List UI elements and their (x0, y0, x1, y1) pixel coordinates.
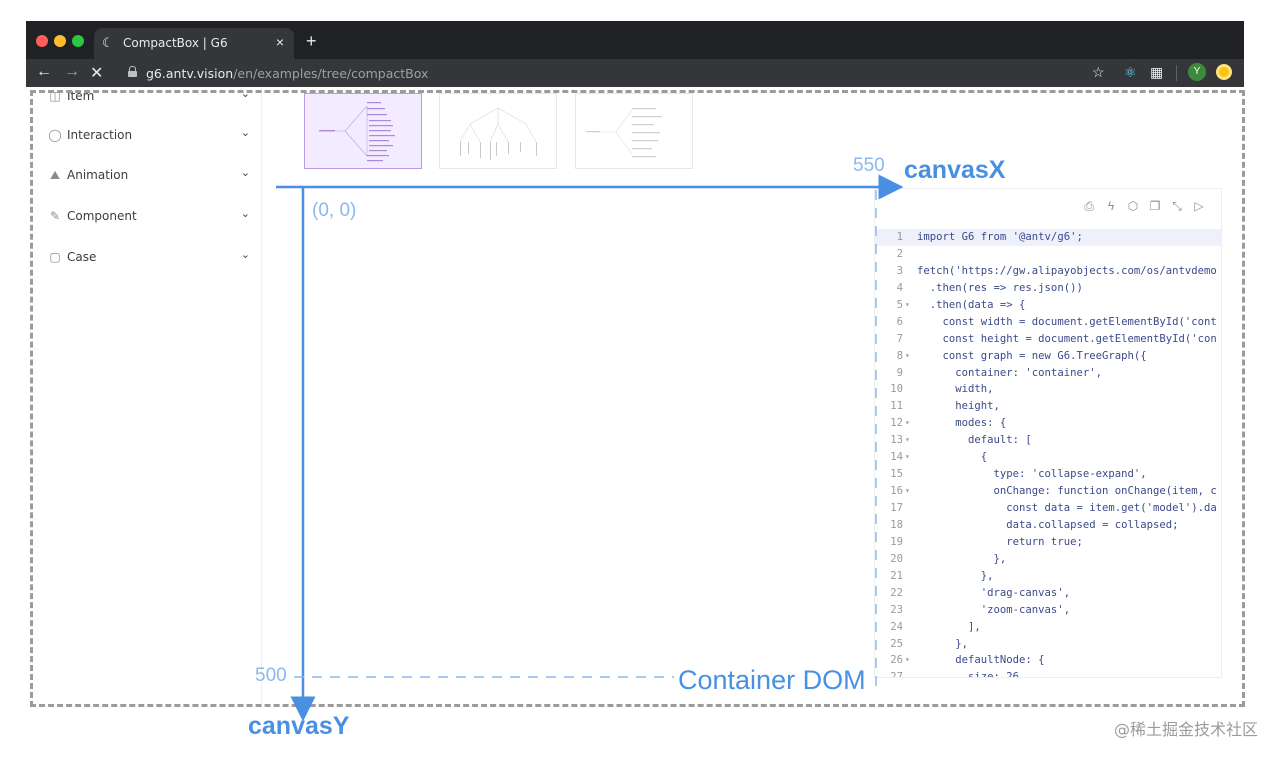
origin-label: (0, 0) (312, 200, 357, 221)
canvas-x-label: canvasX (904, 156, 1006, 184)
container-dom-label: Container DOM (678, 665, 866, 695)
canvas-y-label: canvasY (248, 712, 350, 740)
watermark: @稀土掘金技术社区 (1113, 720, 1258, 739)
canvas-x-value-label: 550 (853, 155, 885, 176)
coordinate-annotation-overlay (276, 174, 904, 722)
canvas-y-value-label: 500 (255, 665, 287, 686)
screenshot-root: ☾ CompactBox | G6 × + ← → ✕ g6.antv.visi… (0, 0, 1280, 758)
